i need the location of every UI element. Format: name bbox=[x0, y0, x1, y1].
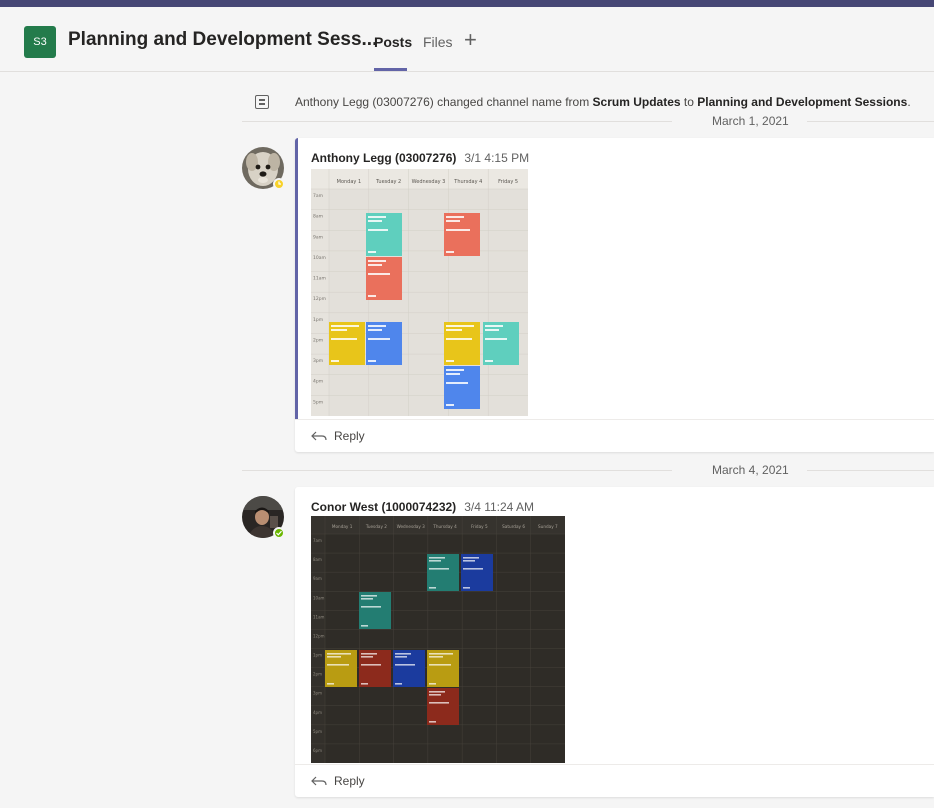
message-timestamp: 3/4 11:24 AM bbox=[464, 500, 535, 514]
message-timestamp: 3/1 4:15 PM bbox=[464, 151, 530, 165]
message-meta: Conor West (1000074232) 3/4 11:24 AM bbox=[311, 500, 534, 514]
schedule-hour-label: 8am bbox=[313, 214, 323, 220]
schedule-hour-label: 2pm bbox=[313, 672, 322, 677]
reply-arrow-icon bbox=[311, 776, 327, 786]
schedule-day-label: Wednesday 3 bbox=[412, 179, 446, 185]
schedule-image-dark[interactable]: Monday 1 Tuesday 2 Wednesday 3 Thursday 4 Fr… bbox=[311, 516, 565, 768]
schedule-day-label: Saturday 6 bbox=[502, 524, 525, 529]
event-old-channel-name: Scrum Updates bbox=[592, 95, 681, 109]
schedule-day-label: Tuesday 2 bbox=[375, 179, 401, 185]
tab-posts[interactable]: Posts bbox=[374, 34, 412, 50]
schedule-day-label: Thursday 4 bbox=[432, 524, 457, 529]
message-card: Anthony Legg (03007276) 3/1 4:15 PM Monda… bbox=[295, 138, 934, 452]
channel-rename-event: Anthony Legg (03007276) changed channel … bbox=[255, 92, 911, 112]
schedule-image-light[interactable]: Monday 1 Tuesday 2 Wednesday 3 Thursday 4 Fr… bbox=[311, 169, 528, 421]
schedule-day-label: Thursday 4 bbox=[453, 179, 482, 185]
schedule-day-label: Friday 5 bbox=[498, 179, 518, 185]
schedule-day-label: Monday 1 bbox=[332, 524, 353, 529]
tab-files[interactable]: Files bbox=[423, 34, 453, 50]
message-author[interactable]: Conor West (1000074232) bbox=[311, 500, 456, 514]
active-tab-indicator bbox=[374, 68, 407, 71]
add-tab-button[interactable]: + bbox=[464, 27, 477, 53]
schedule-hour-label: 10am bbox=[313, 255, 326, 261]
event-text-part: to bbox=[680, 95, 698, 109]
schedule-day-label: Sunday 7 bbox=[538, 524, 558, 529]
schedule-hour-label: 9am bbox=[313, 234, 323, 240]
event-text-part: changed channel name from bbox=[433, 95, 593, 109]
reply-button[interactable]: Reply bbox=[295, 764, 934, 797]
schedule-hour-label: 4pm bbox=[313, 379, 323, 385]
team-avatar[interactable]: S3 bbox=[24, 26, 56, 58]
date-divider-label: March 4, 2021 bbox=[712, 463, 789, 477]
status-available-icon bbox=[273, 527, 285, 539]
schedule-hour-label: 5pm bbox=[313, 399, 323, 405]
schedule-hour-label: 8am bbox=[313, 557, 322, 562]
schedule-hour-label: 10am bbox=[313, 595, 325, 600]
schedule-day-label: Wednesday 3 bbox=[397, 524, 426, 529]
schedule-hour-label: 4pm bbox=[313, 710, 322, 715]
date-divider: March 1, 2021 bbox=[242, 114, 934, 128]
reply-button[interactable]: Reply bbox=[295, 419, 934, 452]
schedule-hour-label: 1pm bbox=[313, 653, 322, 658]
schedule-hour-label: 12pm bbox=[313, 296, 326, 302]
event-icon bbox=[255, 95, 269, 109]
schedule-hour-label: 3pm bbox=[313, 691, 322, 696]
reply-label: Reply bbox=[334, 429, 365, 443]
schedule-hour-label: 11am bbox=[313, 614, 325, 619]
schedule-hour-label: 3pm bbox=[313, 358, 323, 364]
schedule-hour-label: 11am bbox=[313, 276, 326, 282]
channel-title: Planning and Development Sess... bbox=[68, 29, 378, 50]
schedule-hour-label: 1pm bbox=[313, 317, 323, 323]
schedule-hour-label: 6pm bbox=[313, 748, 322, 753]
schedule-hour-label: 7am bbox=[313, 193, 323, 199]
event-actor: Anthony Legg (03007276) bbox=[295, 95, 434, 109]
channel-header: S3 Planning and Development Sess... Post… bbox=[0, 7, 934, 72]
schedule-day-label: Monday 1 bbox=[337, 179, 362, 185]
message-card: Conor West (1000074232) 3/4 11:24 AM Mond… bbox=[295, 487, 934, 797]
event-new-channel-name: Planning and Development Sessions bbox=[697, 95, 908, 109]
schedule-hour-label: 7am bbox=[313, 538, 322, 543]
date-divider: March 4, 2021 bbox=[242, 463, 934, 477]
message-meta: Anthony Legg (03007276) 3/1 4:15 PM bbox=[311, 151, 529, 165]
schedule-hour-label: 2pm bbox=[313, 337, 323, 343]
schedule-hour-label: 9am bbox=[313, 576, 322, 581]
schedule-day-label: Tuesday 2 bbox=[365, 524, 387, 529]
schedule-day-label: Friday 5 bbox=[471, 524, 488, 529]
event-text-part: . bbox=[907, 95, 911, 109]
reply-arrow-icon bbox=[311, 431, 327, 441]
schedule-hour-label: 5pm bbox=[313, 729, 322, 734]
status-away-icon bbox=[273, 178, 285, 190]
schedule-hour-label: 12pm bbox=[313, 633, 325, 638]
date-divider-label: March 1, 2021 bbox=[712, 114, 789, 128]
event-text: Anthony Legg (03007276) changed channel … bbox=[295, 95, 911, 109]
reply-label: Reply bbox=[334, 774, 365, 788]
message-author[interactable]: Anthony Legg (03007276) bbox=[311, 151, 456, 165]
app-top-bar bbox=[0, 0, 934, 7]
